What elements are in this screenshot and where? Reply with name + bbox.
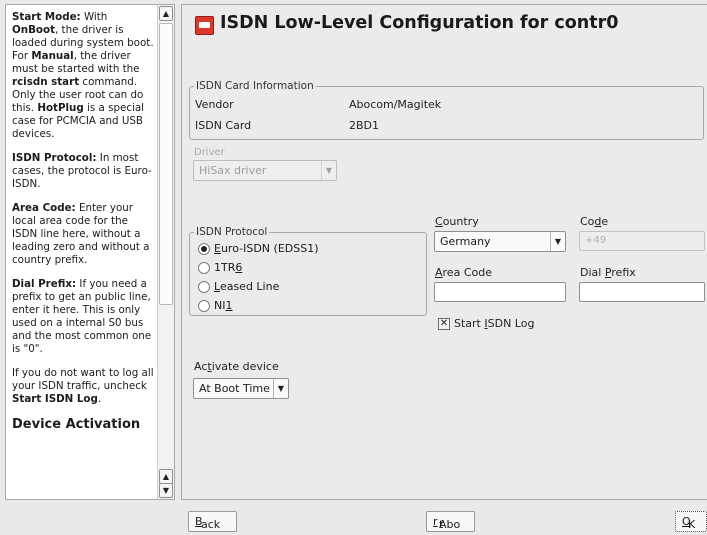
isdn-protocol-legend: ISDN Protocol bbox=[196, 226, 268, 238]
radio-button-selected[interactable] bbox=[198, 243, 210, 255]
help-text: Start Mode: With OnBoot, the driver is l… bbox=[12, 11, 154, 444]
driver-label: Driver bbox=[194, 147, 225, 158]
help-device-activation-heading: Device Activation bbox=[12, 417, 141, 432]
code-field[interactable]: +49 bbox=[579, 231, 705, 251]
back-button[interactable]: Back bbox=[188, 511, 237, 532]
country-value: Germany bbox=[440, 235, 491, 248]
help-log: If you do not want to log all your ISDN … bbox=[12, 367, 154, 405]
help-panel[interactable]: Start Mode: With OnBoot, the driver is l… bbox=[5, 4, 175, 500]
isdn-card-label: ISDN Card bbox=[195, 119, 252, 132]
checkbox-checked-icon[interactable]: ✕ bbox=[438, 318, 450, 330]
chevron-down-icon: ▼ bbox=[273, 379, 288, 398]
chevron-down-icon: ▼ bbox=[550, 232, 565, 251]
dial-prefix-field[interactable] bbox=[579, 282, 705, 302]
radio-button[interactable] bbox=[198, 262, 210, 274]
help-start-mode: Start Mode: With OnBoot, the driver is l… bbox=[12, 11, 154, 140]
help-dial-prefix: Dial Prefix: If you need a prefix to get… bbox=[12, 278, 152, 355]
activate-device-combo[interactable]: At Boot Time ▼ bbox=[193, 378, 289, 399]
page-title: ISDN Low-Level Configuration for contr0 bbox=[220, 13, 619, 33]
scroll-up-arrow-icon[interactable]: ▲ bbox=[159, 469, 173, 484]
area-code-field[interactable] bbox=[434, 282, 566, 302]
main-panel: ISDN Low-Level Configuration for contr0 … bbox=[181, 4, 707, 500]
abort-button[interactable]: Abo r t bbox=[426, 511, 475, 532]
card-info-legend: ISDN Card Information bbox=[196, 80, 314, 92]
help-scrollbar[interactable]: ▲ ▲ ▼ bbox=[157, 5, 174, 499]
vendor-label: Vendor bbox=[195, 98, 234, 111]
ok-button[interactable]: OK bbox=[675, 511, 707, 532]
code-label: Code bbox=[580, 215, 609, 228]
activate-device-label: Activate device bbox=[194, 360, 279, 373]
help-protocol: ISDN Protocol: In most cases, the protoc… bbox=[12, 152, 152, 190]
driver-value: HiSax driver bbox=[199, 164, 267, 177]
help-area-code: Area Code: Enter your local area code fo… bbox=[12, 202, 150, 266]
country-combo[interactable]: Germany ▼ bbox=[434, 231, 566, 252]
isdn-card-value: 2BD1 bbox=[349, 119, 380, 132]
scroll-up-arrow-icon[interactable]: ▲ bbox=[159, 6, 173, 21]
chevron-down-icon: ▼ bbox=[321, 161, 336, 180]
vendor-value: Abocom/Magitek bbox=[349, 98, 442, 111]
scroll-down-arrow-icon[interactable]: ▼ bbox=[159, 483, 173, 498]
country-label: Country bbox=[435, 215, 479, 228]
activate-device-value: At Boot Time bbox=[199, 382, 270, 395]
radio-button[interactable] bbox=[198, 281, 210, 293]
dial-prefix-label: Dial Prefix bbox=[580, 266, 636, 279]
isdn-card-icon bbox=[195, 16, 214, 35]
start-isdn-log-checkbox-row[interactable]: ✕ Start ISDN Log bbox=[438, 317, 578, 331]
radio-button[interactable] bbox=[198, 300, 210, 312]
area-code-label: Area Code bbox=[435, 266, 492, 279]
scroll-thumb[interactable] bbox=[159, 23, 173, 305]
card-info-group: ISDN Card Information bbox=[189, 80, 704, 140]
code-value: +49 bbox=[585, 235, 607, 246]
driver-combo[interactable]: HiSax driver ▼ bbox=[193, 160, 337, 181]
